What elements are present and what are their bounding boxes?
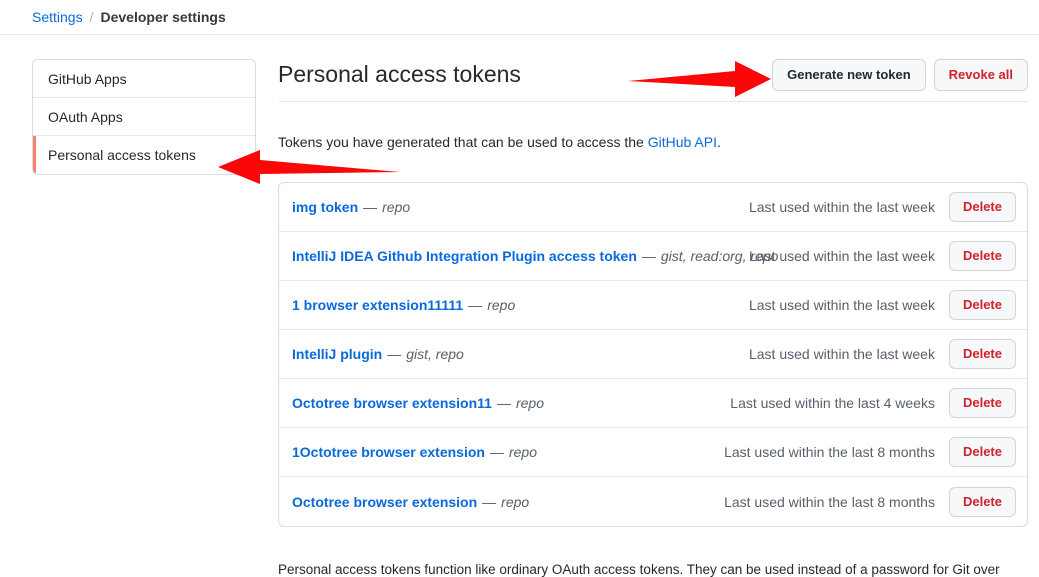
tokens-description: Tokens you have generated that can be us… xyxy=(278,116,1028,168)
tokens-footer-note: Personal access tokens function like ord… xyxy=(278,541,1018,577)
token-info: img token — repo xyxy=(292,199,745,215)
token-scopes: gist, repo xyxy=(406,346,464,362)
token-info: Octotree browser extension — repo xyxy=(292,494,720,510)
token-dash: — xyxy=(490,444,504,460)
page-body: GitHub Apps OAuth Apps Personal access t… xyxy=(0,35,1039,577)
delete-token-button[interactable]: Delete xyxy=(949,241,1016,271)
table-row: IntelliJ plugin — gist, repo Last used w… xyxy=(279,330,1027,379)
token-info: IntelliJ IDEA Github Integration Plugin … xyxy=(292,248,745,264)
token-scopes: repo xyxy=(382,199,410,215)
delete-token-button[interactable]: Delete xyxy=(949,388,1016,418)
token-dash: — xyxy=(482,494,496,510)
breadcrumb-current: Developer settings xyxy=(100,9,225,25)
token-list: img token — repo Last used within the la… xyxy=(278,182,1028,527)
table-row: IntelliJ IDEA Github Integration Plugin … xyxy=(279,232,1027,281)
github-api-link[interactable]: GitHub API xyxy=(648,134,717,150)
token-scopes: repo xyxy=(487,297,515,313)
token-last-used: Last used within the last week xyxy=(745,199,935,215)
token-info: 1Octotree browser extension — repo xyxy=(292,444,720,460)
table-row: Octotree browser extension — repo Last u… xyxy=(279,477,1027,526)
content-header: Personal access tokens Generate new toke… xyxy=(278,59,1028,102)
main-content: Personal access tokens Generate new toke… xyxy=(278,59,1028,577)
token-scopes: repo xyxy=(501,494,529,510)
token-name-link[interactable]: Octotree browser extension11 xyxy=(292,395,492,411)
footer-text: Personal access tokens function like ord… xyxy=(278,562,1000,577)
revoke-all-button[interactable]: Revoke all xyxy=(934,59,1028,91)
header-actions: Generate new token Revoke all xyxy=(772,59,1028,91)
breadcrumb: Settings / Developer settings xyxy=(0,0,1039,35)
description-suffix: . xyxy=(717,134,721,150)
delete-token-button[interactable]: Delete xyxy=(949,437,1016,467)
token-name-link[interactable]: 1Octotree browser extension xyxy=(292,444,485,460)
delete-token-button[interactable]: Delete xyxy=(949,487,1016,517)
sidebar-item-personal-access-tokens[interactable]: Personal access tokens xyxy=(33,136,255,174)
token-last-used: Last used within the last 4 weeks xyxy=(726,395,935,411)
token-name-link[interactable]: Octotree browser extension xyxy=(292,494,477,510)
sidebar-item-oauth-apps[interactable]: OAuth Apps xyxy=(33,98,255,136)
token-scopes: repo xyxy=(509,444,537,460)
token-info: 1 browser extension11111 — repo xyxy=(292,297,745,313)
token-last-used: Last used within the last week xyxy=(745,346,935,362)
sidebar-item-label: GitHub Apps xyxy=(48,71,127,87)
delete-token-button[interactable]: Delete xyxy=(949,339,1016,369)
table-row: img token — repo Last used within the la… xyxy=(279,183,1027,232)
sidebar-item-label: Personal access tokens xyxy=(48,147,196,163)
token-dash: — xyxy=(642,248,656,264)
description-text: Tokens you have generated that can be us… xyxy=(278,134,648,150)
token-dash: — xyxy=(468,297,482,313)
token-info: IntelliJ plugin — gist, repo xyxy=(292,346,745,362)
token-dash: — xyxy=(363,199,377,215)
sidebar-item-github-apps[interactable]: GitHub Apps xyxy=(33,60,255,98)
developer-settings-nav: GitHub Apps OAuth Apps Personal access t… xyxy=(32,59,256,175)
token-last-used: Last used within the last week xyxy=(745,248,935,264)
generate-new-token-button[interactable]: Generate new token xyxy=(772,59,926,91)
page-title: Personal access tokens xyxy=(278,60,521,90)
breadcrumb-settings-link[interactable]: Settings xyxy=(32,9,83,25)
token-dash: — xyxy=(387,346,401,362)
delete-token-button[interactable]: Delete xyxy=(949,192,1016,222)
token-scopes: repo xyxy=(516,395,544,411)
token-name-link[interactable]: 1 browser extension11111 xyxy=(292,297,463,313)
token-last-used: Last used within the last 8 months xyxy=(720,444,935,460)
token-name-link[interactable]: IntelliJ plugin xyxy=(292,346,382,362)
token-last-used: Last used within the last 8 months xyxy=(720,494,935,510)
token-name-link[interactable]: img token xyxy=(292,199,358,215)
table-row: 1Octotree browser extension — repo Last … xyxy=(279,428,1027,477)
token-last-used: Last used within the last week xyxy=(745,297,935,313)
token-name-link[interactable]: IntelliJ IDEA Github Integration Plugin … xyxy=(292,248,637,264)
table-row: Octotree browser extension11 — repo Last… xyxy=(279,379,1027,428)
table-row: 1 browser extension11111 — repo Last use… xyxy=(279,281,1027,330)
breadcrumb-separator: / xyxy=(90,9,94,25)
sidebar-item-label: OAuth Apps xyxy=(48,109,123,125)
token-info: Octotree browser extension11 — repo xyxy=(292,395,726,411)
delete-token-button[interactable]: Delete xyxy=(949,290,1016,320)
token-dash: — xyxy=(497,395,511,411)
